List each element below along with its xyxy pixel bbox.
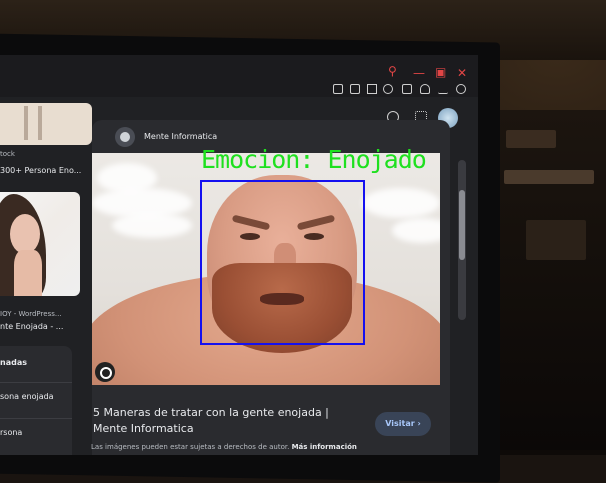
chevron-right-icon: ›	[417, 419, 421, 428]
search-icon[interactable]: ⚲	[388, 64, 397, 78]
lens-search-icon[interactable]	[95, 362, 115, 382]
result-source[interactable]: tock	[0, 150, 15, 158]
result-source[interactable]: IOY - WordPress...	[0, 310, 62, 318]
disclaimer-text: Las imágenes pueden estar sujetas a dere…	[91, 443, 290, 451]
close-icon[interactable]: ✕	[457, 66, 467, 80]
profile-icon[interactable]	[456, 84, 466, 94]
source-logo-icon	[115, 127, 135, 147]
send-icon[interactable]	[367, 84, 377, 94]
restore-icon[interactable]: ▣	[435, 65, 446, 79]
related-item[interactable]: sona enojada	[0, 392, 54, 401]
related-item[interactable]: rsona	[0, 428, 22, 437]
minimize-icon[interactable]: —	[413, 66, 425, 80]
figure-legs	[24, 106, 28, 140]
edit-icon[interactable]	[333, 84, 343, 94]
box-icon[interactable]	[402, 84, 412, 94]
result-title[interactable]: 300+ Persona Eno...	[0, 166, 81, 175]
emotion-label: Emocion: Enojado	[201, 145, 427, 174]
menu-icon[interactable]	[438, 84, 448, 94]
related-heading: nadas	[0, 358, 27, 367]
result-thumbnail[interactable]	[0, 192, 80, 296]
visit-button-label: Visitar	[385, 419, 415, 428]
camera-icon[interactable]	[350, 84, 360, 94]
bell-icon[interactable]	[420, 84, 430, 94]
figure-legs	[38, 106, 42, 140]
heart-icon[interactable]	[383, 84, 393, 94]
source-name[interactable]: Mente Informatica	[144, 132, 217, 141]
more-info-link[interactable]: Más información	[292, 443, 357, 451]
result-thumbnail[interactable]	[0, 103, 92, 145]
related-searches-panel: nadas sona enojada rsona	[0, 346, 72, 455]
face-detection-box	[200, 180, 365, 345]
background-shelf	[496, 110, 606, 450]
visit-button[interactable]: Visitar ›	[375, 412, 431, 436]
copyright-disclaimer: Las imágenes pueden estar sujetas a dere…	[91, 443, 357, 451]
scrollbar-thumb[interactable]	[459, 190, 465, 260]
result-title[interactable]: nte Enojada - ...	[0, 322, 63, 331]
preview-caption[interactable]: 5 Maneras de tratar con la gente enojada…	[93, 405, 363, 437]
